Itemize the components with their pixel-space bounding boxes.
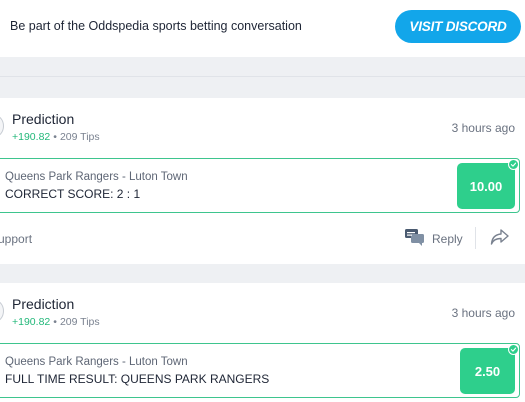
prediction-card: Prediction +190.82 • 209 Tips 3 hours ago … (0, 283, 525, 402)
separator-dot: • (53, 131, 57, 143)
tips-count: 209 Tips (59, 131, 100, 143)
discord-banner: Be part of the Oddspedia sports betting … (0, 0, 525, 57)
post-actions: upport Reply (0, 223, 525, 253)
share-icon[interactable] (490, 228, 510, 246)
post-title[interactable]: Prediction (12, 111, 74, 127)
profit-value: +190.82 (12, 131, 51, 143)
support-button[interactable]: upport (0, 232, 32, 246)
visit-discord-button[interactable]: VISIT DISCORD (395, 10, 521, 43)
profit-value: +190.82 (12, 316, 51, 328)
avatar[interactable] (0, 115, 4, 137)
tipster-stats: +190.82 • 209 Tips (12, 316, 100, 328)
comment-icon[interactable] (404, 227, 426, 247)
actions-divider (475, 227, 476, 249)
tipster-stats: +190.82 • 209 Tips (12, 131, 100, 143)
match-name[interactable]: Queens Park Rangers - Luton Town (5, 356, 188, 368)
check-icon (508, 159, 519, 170)
match-name[interactable]: Queens Park Rangers - Luton Town (5, 171, 188, 183)
post-time: 3 hours ago (451, 306, 515, 320)
post-time: 3 hours ago (451, 121, 515, 135)
discord-banner-text: Be part of the Oddspedia sports betting … (10, 19, 302, 33)
check-icon (508, 344, 519, 355)
section-divider (0, 57, 525, 77)
odds-badge[interactable]: 10.00 (457, 159, 519, 209)
avatar[interactable] (0, 300, 4, 322)
reply-button[interactable]: Reply (432, 232, 463, 246)
pick-box[interactable]: Queens Park Rangers - Luton Town FULL TI… (0, 343, 520, 398)
bet-selection: FULL TIME RESULT: QUEENS PARK RANGERS (5, 372, 270, 386)
bet-selection: CORRECT SCORE: 2 : 1 (5, 187, 141, 201)
odds-value: 10.00 (469, 178, 503, 194)
tips-count: 209 Tips (59, 316, 100, 328)
odds-value: 2.50 (474, 363, 501, 379)
separator-dot: • (53, 316, 57, 328)
odds-badge[interactable]: 2.50 (460, 344, 519, 394)
pick-box[interactable]: Queens Park Rangers - Luton Town CORRECT… (0, 158, 520, 213)
prediction-card: Prediction +190.82 • 209 Tips 3 hours ago … (0, 98, 525, 264)
post-title[interactable]: Prediction (12, 296, 74, 312)
